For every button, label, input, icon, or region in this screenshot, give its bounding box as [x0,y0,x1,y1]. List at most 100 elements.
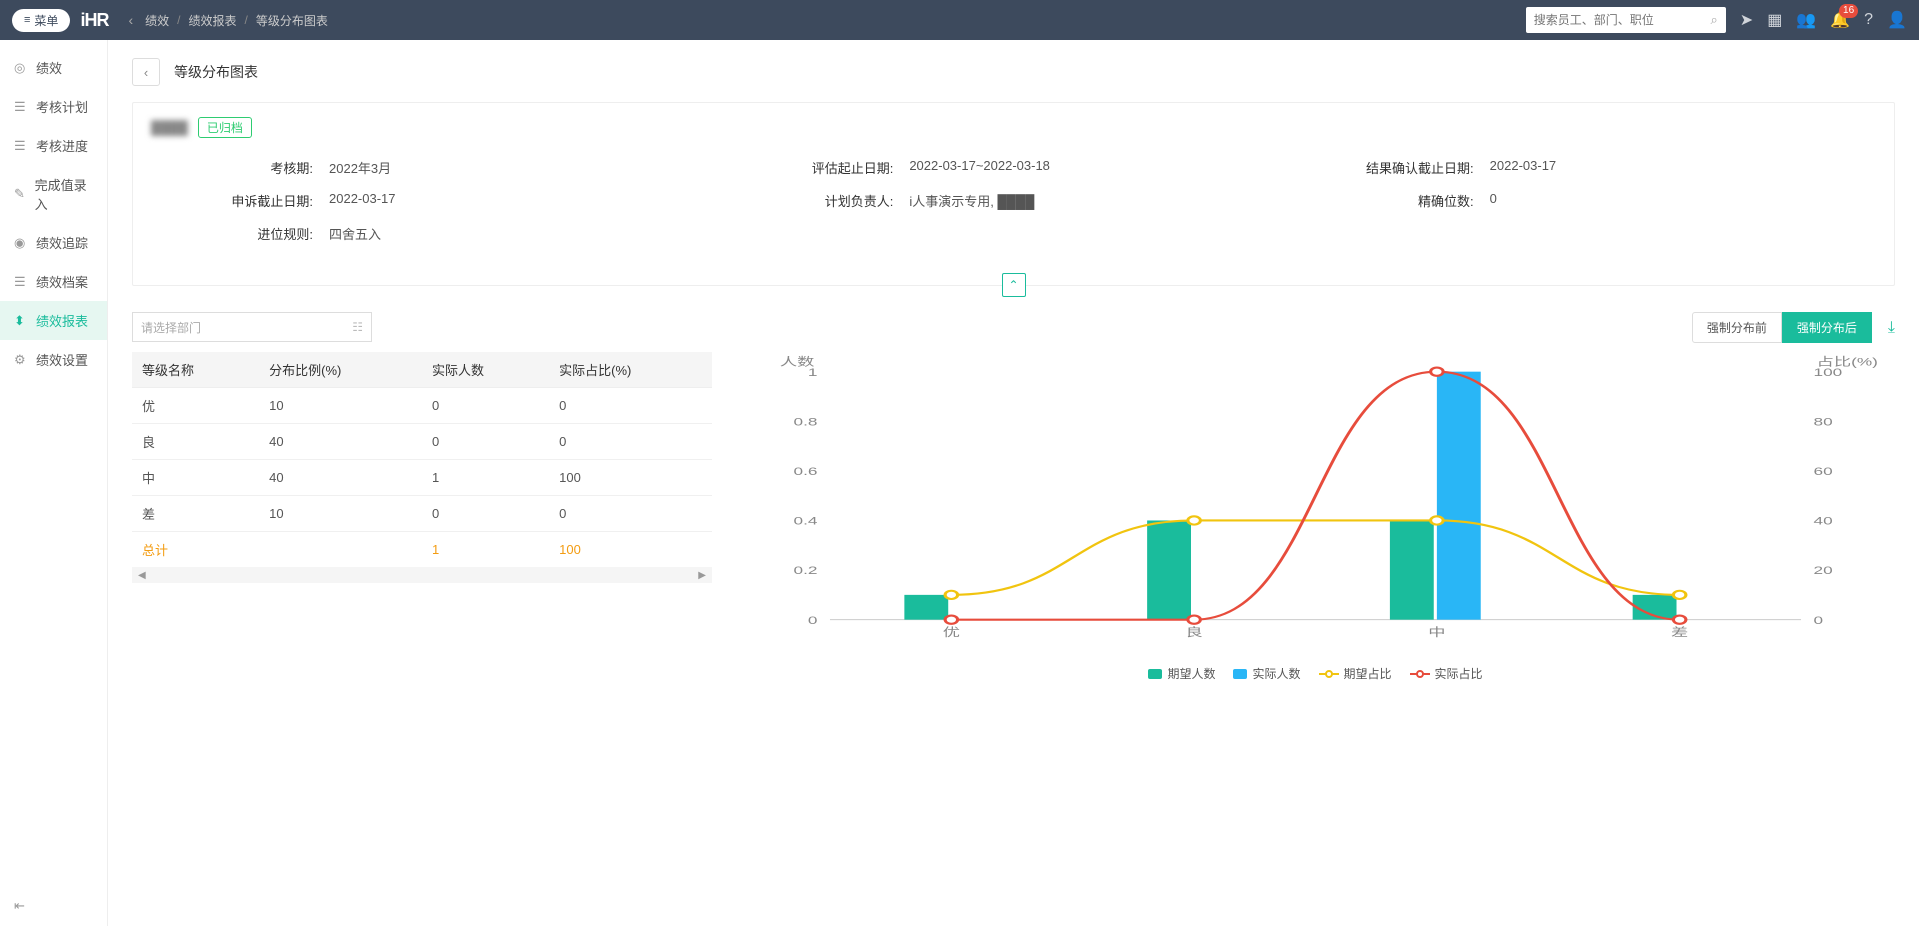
info-row: 进位规则:四舍五入 [173,224,693,243]
menu-button[interactable]: ≡ 菜单 [12,9,70,32]
dept-select[interactable]: 请选择部门 ☷ [132,312,372,342]
contacts-icon[interactable]: 👥 [1796,10,1816,30]
chart-bar [1437,372,1481,620]
info-value: 2022-03-17~2022-03-18 [909,158,1050,177]
sidebar-item[interactable]: ☰ 考核进度 [0,126,107,165]
info-value: i人事演示专用, ████ [909,191,1034,210]
scroll-left-icon[interactable]: ◀ [138,570,146,581]
qr-icon[interactable]: ▦ [1767,10,1782,30]
search-input[interactable] [1526,7,1726,33]
info-row: 考核期: 2022年3月 [173,158,693,177]
status-badge: 已归档 [198,117,252,138]
sidebar-item[interactable]: ☰ 考核计划 [0,87,107,126]
svg-text:0.6: 0.6 [794,466,818,478]
cursor-icon[interactable]: ➤ [1740,10,1753,30]
collapse-toggle[interactable]: ⌃ [1002,273,1026,297]
table-header: 实际人数 [422,352,549,388]
help-icon[interactable]: ? [1864,11,1873,29]
legend-item[interactable]: 实际占比 [1410,665,1483,682]
search-icon[interactable]: ⌕ [1711,12,1718,28]
info-label: 评估起止日期: [753,158,893,177]
svg-text:1: 1 [808,366,818,378]
tree-icon: ☷ [352,320,363,334]
tab-row: 强制分布前 强制分布后 ⤓ [736,312,1895,343]
svg-text:0: 0 [808,614,818,626]
logo: iHR [80,10,108,31]
user-icon[interactable]: 👤 [1887,10,1907,30]
breadcrumb-sep: / [177,13,180,27]
info-label: 精确位数: [1334,191,1474,210]
data-table: 等级名称分布比例(%)实际人数实际占比(%) 优1000良4000中401100… [132,352,712,567]
table-total-row: 总计1100 [132,532,712,568]
left-panel: 请选择部门 ☷ 等级名称分布比例(%)实际人数实际占比(%) 优1000良400… [132,312,712,682]
card-head: ████ 已归档 [133,103,1894,144]
legend-item[interactable]: 期望人数 [1148,665,1215,682]
table-scrollbar[interactable]: ◀ ▶ [132,567,712,583]
download-icon[interactable]: ⤓ [1888,319,1895,337]
chart-point [1673,616,1686,624]
svg-text:0.8: 0.8 [794,416,818,428]
chart-point [1673,591,1686,599]
chart-bar [1390,520,1434,619]
chart-line [951,372,1679,620]
legend-item[interactable]: 期望占比 [1319,665,1392,682]
legend-label: 实际人数 [1252,665,1300,682]
tab-after[interactable]: 强制分布后 [1782,312,1872,343]
nav-icon: ☰ [14,99,28,115]
breadcrumb-item[interactable]: 等级分布图表 [256,12,328,29]
sidebar-item[interactable]: ⬍绩效报表 [0,301,107,340]
breadcrumb: ‹ 绩效 / 绩效报表 / 等级分布图表 [128,12,327,29]
breadcrumb-back-icon[interactable]: ‹ [128,12,133,28]
legend-item[interactable]: 实际人数 [1233,665,1300,682]
sidebar-item[interactable]: ✎完成值录入 [0,165,107,223]
info-value: 2022年3月 [329,158,391,177]
svg-text:良: 良 [1186,626,1203,639]
svg-text:0: 0 [1814,614,1824,626]
sidebar-item[interactable]: ⚙绩效设置 [0,340,107,379]
sidebar-item-label: 考核计划 [36,97,88,116]
info-label: 进位规则: [173,224,313,243]
sidebar: ◎绩效☰考核计划☰考核进度✎完成值录入◉绩效追踪☰绩效档案⬍绩效报表⚙绩效设置 … [0,40,108,926]
tab-before[interactable]: 强制分布前 [1692,312,1782,343]
info-grid: 考核期:2022年3月申诉截止日期:2022-03-17进位规则:四舍五入 评估… [133,144,1894,257]
nav-icon: ☰ [14,138,28,154]
svg-text:20: 20 [1814,565,1833,577]
nav-icon: ✎ [14,186,27,202]
info-label: 结果确认截止日期: [1334,158,1474,177]
svg-text:中: 中 [1428,626,1445,639]
sidebar-collapse-icon[interactable]: ⇤ [14,898,25,914]
chart-point [945,616,958,624]
right-panel: 强制分布前 强制分布后 ⤓ 人数占比(%)00.20.40.60.8102040… [736,312,1895,682]
dept-placeholder: 请选择部门 [141,319,201,336]
svg-text:80: 80 [1814,416,1833,428]
svg-text:0.2: 0.2 [794,565,818,577]
table-row: 差1000 [132,496,712,532]
sidebar-item[interactable]: ☰绩效档案 [0,262,107,301]
bell-icon[interactable]: 🔔16 [1830,10,1850,30]
breadcrumb-item[interactable]: 绩效报表 [188,12,236,29]
chart-legend: 期望人数 实际人数 期望占比 实际占比 [736,665,1895,682]
sidebar-item-label: 考核进度 [36,136,88,155]
legend-swatch [1148,669,1162,679]
svg-text:0.4: 0.4 [794,515,818,527]
sidebar-item[interactable]: ◉绩效追踪 [0,223,107,262]
back-button[interactable]: ‹ [132,58,160,86]
chart-point [945,591,958,599]
info-card: ████ 已归档 考核期:2022年3月申诉截止日期:2022-03-17进位规… [132,102,1895,286]
chart-line [951,520,1679,594]
chart-point [1188,516,1201,524]
nav-icon: ⚙ [14,352,28,368]
breadcrumb-item[interactable]: 绩效 [145,12,169,29]
info-value: 2022-03-17 [329,191,396,210]
card-title-blur: ████ [151,120,188,135]
notification-badge: 16 [1839,4,1858,18]
info-row: 计划负责人:i人事演示专用, ████ [753,191,1273,210]
nav-icon: ◉ [14,235,28,251]
scroll-right-icon[interactable]: ▶ [698,570,706,581]
info-row: 精确位数:0 [1334,191,1854,210]
sidebar-item[interactable]: ◎绩效 [0,48,107,87]
info-label: 考核期: [173,158,313,177]
legend-label: 实际占比 [1435,665,1483,682]
sidebar-item-label: 绩效报表 [36,311,88,330]
table-header: 分布比例(%) [259,352,422,388]
